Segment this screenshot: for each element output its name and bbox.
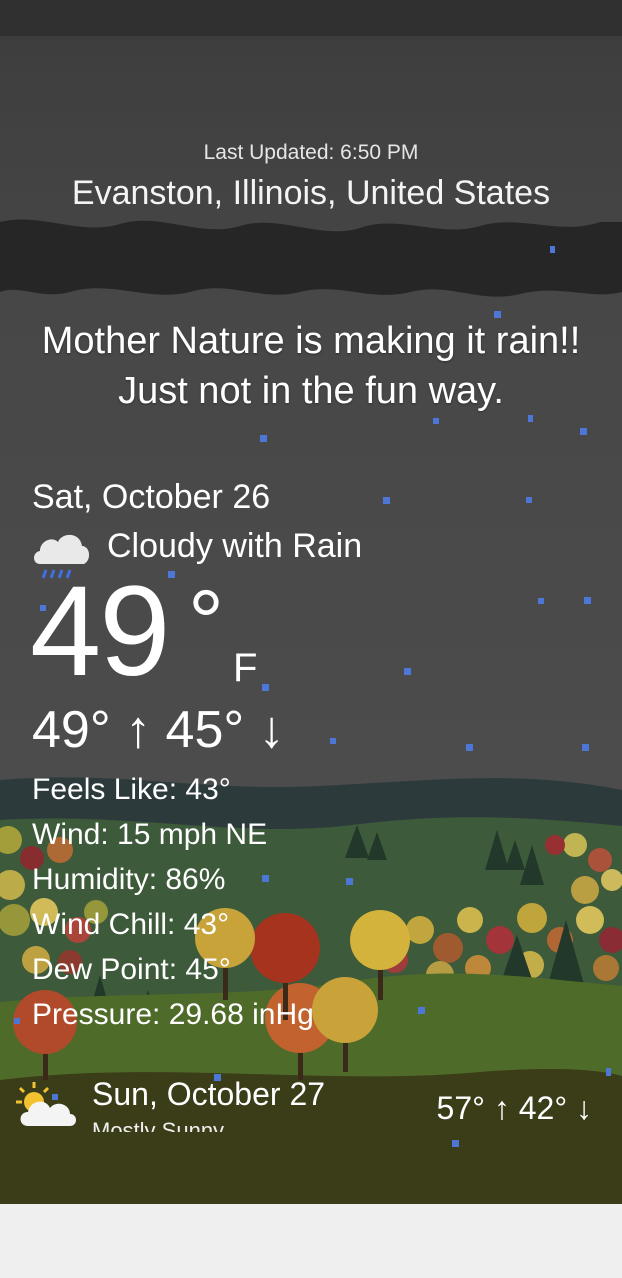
dew-point: Dew Point: 45° — [32, 953, 231, 986]
wind-chill: Wind Chill: 43° — [32, 908, 230, 941]
weather-headline: Mother Nature is making it rain!! Just n… — [41, 320, 581, 412]
weather-screen: Last Updated: 6:50 PM Evanston, Illinois… — [0, 0, 622, 1204]
location-title[interactable]: Evanston, Illinois, United States — [0, 174, 622, 213]
forecast-date: Sun, October 27 — [92, 1076, 326, 1112]
humidity: Humidity: 86% — [32, 863, 226, 896]
today-high-low: 49° ↑ 45° ↓ — [32, 701, 285, 759]
temperature-unit[interactable]: F — [233, 646, 257, 691]
storm-cloud-band — [0, 219, 622, 297]
degree-symbol: ° — [188, 573, 224, 673]
forecast-condition-clip: Mostly Sunny — [92, 1118, 332, 1132]
today-date: Sat, October 26 — [32, 478, 271, 516]
feels-like: Feels Like: 43° — [32, 773, 231, 806]
wind: Wind: 15 mph NE — [32, 818, 268, 851]
current-temperature: 49 — [30, 560, 170, 703]
pressure: Pressure: 29.68 inHg — [32, 998, 314, 1031]
last-updated-label: Last Updated: 6:50 PM — [203, 141, 419, 164]
forecast-condition: Mostly Sunny — [92, 1118, 225, 1132]
weather-details: Feels Like: 43° Wind: 15 mph NE Humidity… — [32, 770, 314, 1040]
forecast-high-low: 57° ↑ 42° ↓ — [436, 1090, 592, 1126]
sun-cloud-icon — [16, 1082, 76, 1126]
